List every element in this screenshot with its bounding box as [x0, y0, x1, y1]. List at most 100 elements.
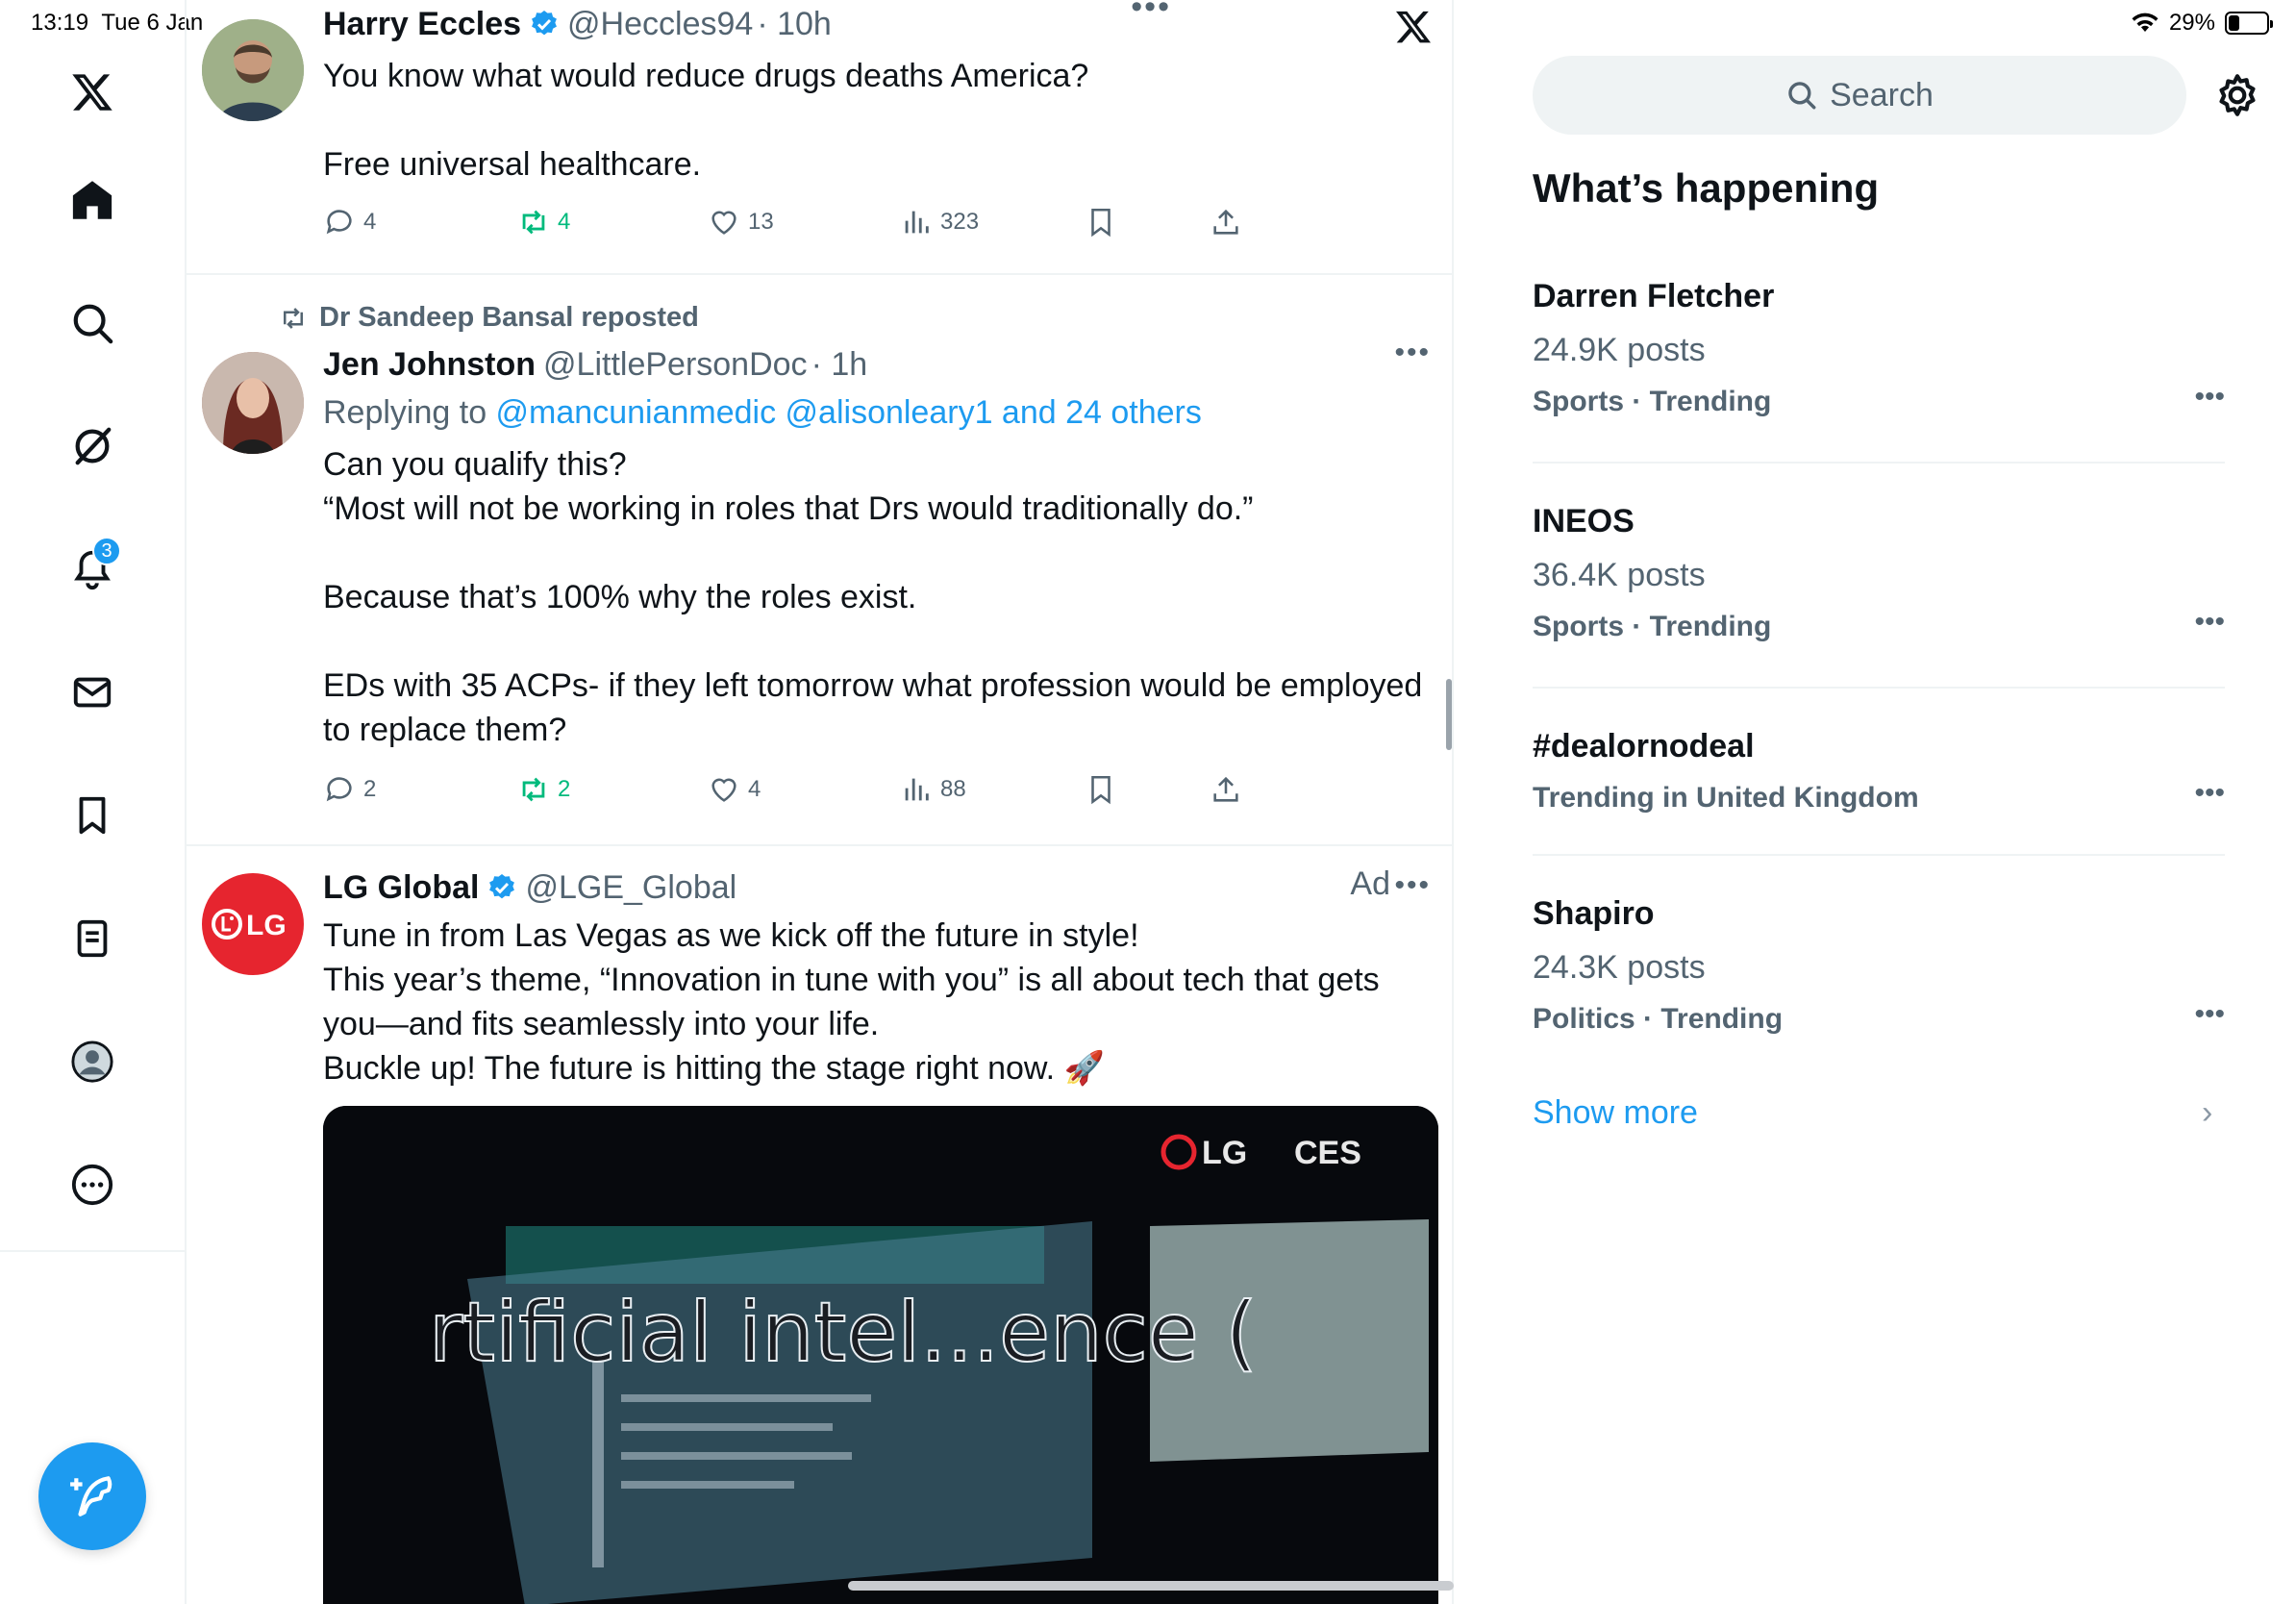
- trend-posts: 24.3K posts: [1533, 949, 1706, 986]
- tweet-actions: 4 4 13 323: [323, 206, 1452, 244]
- repost-count: 4: [558, 209, 571, 235]
- like-count: 13: [748, 209, 774, 235]
- trend-item[interactable]: INEOS 36.4K posts Sports · Trending •••: [1533, 500, 2225, 646]
- search-input[interactable]: Search: [1533, 56, 2186, 135]
- trend-category: Trending in United Kingdom: [1533, 782, 1919, 814]
- repost-button[interactable]: 4: [517, 206, 570, 238]
- author-name[interactable]: Jen Johnston: [323, 346, 536, 384]
- bookmark-button[interactable]: [1085, 206, 1117, 238]
- lg-avatar-text: LG: [246, 910, 287, 941]
- trend-more-icon[interactable]: •••: [2194, 998, 2225, 1031]
- trend-item[interactable]: Shapiro 24.3K posts Politics · Trending …: [1533, 892, 2225, 1039]
- reply-icon: [326, 777, 352, 802]
- tweet-text: Can you qualify this? “Most will not be …: [323, 446, 1423, 748]
- author-handle[interactable]: @Heccles94: [567, 6, 753, 43]
- more-options-icon[interactable]: •••: [1394, 337, 1431, 369]
- tweet-lg-global-ad[interactable]: LG LG Global @LGE_Global Tune in from La…: [187, 846, 1452, 1604]
- more-options-icon[interactable]: •••: [1131, 0, 1171, 26]
- trend-name: #dealornodeal: [1533, 728, 1755, 764]
- search-icon: [1788, 82, 1816, 110]
- verified-badge-icon: [489, 874, 515, 899]
- media-caption: rtificial intel...ence (: [429, 1285, 1258, 1381]
- chevron-right-icon[interactable]: ›: [2202, 1094, 2212, 1132]
- share-icon: [1213, 776, 1238, 802]
- repost-button[interactable]: 2: [517, 773, 570, 806]
- search-placeholder: Search: [1830, 76, 1934, 113]
- like-button[interactable]: 4: [708, 773, 761, 806]
- verified-badge-icon: [532, 11, 557, 36]
- tweet-harry-eccles[interactable]: Harry Eccles @Heccles94 · 10h You know w…: [187, 0, 1452, 275]
- media-event-text: CES: [1294, 1135, 1361, 1171]
- trend-category: Politics · Trending: [1533, 1003, 1784, 1035]
- reply-button[interactable]: 4: [323, 206, 376, 238]
- repost-small-icon: [284, 307, 303, 329]
- home-icon[interactable]: [54, 162, 131, 238]
- like-count: 4: [748, 776, 761, 802]
- trend-more-icon[interactable]: •••: [2194, 381, 2225, 414]
- promoted-video[interactable]: LG CES rtificial intel...ence (: [323, 1106, 1438, 1604]
- repost-icon: [522, 210, 545, 235]
- messages-envelope-icon[interactable]: [54, 654, 131, 731]
- reply-count: 2: [363, 776, 377, 802]
- x-logo-icon[interactable]: [54, 54, 131, 131]
- views-button[interactable]: 88: [900, 773, 966, 806]
- bookmark-icon: [1091, 208, 1111, 238]
- left-navigation: 3: [0, 0, 187, 1604]
- more-options-icon[interactable]: •••: [1394, 869, 1431, 902]
- tweet-time[interactable]: · 1h: [811, 346, 868, 384]
- share-icon: [1213, 209, 1238, 235]
- tweet-text: Tune in from Las Vegas as we kick off th…: [323, 917, 1380, 1087]
- views-button[interactable]: 323: [900, 206, 979, 238]
- trend-name: Shapiro: [1533, 895, 1655, 932]
- views-count: 88: [940, 776, 966, 802]
- author-name[interactable]: LG Global: [323, 869, 479, 907]
- bookmark-button[interactable]: [1085, 773, 1117, 806]
- trend-posts: 36.4K posts: [1533, 557, 1706, 593]
- trend-divider: [1533, 462, 2225, 464]
- notifications-bell-icon[interactable]: 3: [54, 531, 131, 608]
- compose-post-button[interactable]: [38, 1442, 146, 1550]
- trend-divider: [1533, 854, 2225, 856]
- trend-more-icon[interactable]: •••: [2194, 777, 2225, 810]
- trend-posts: 24.9K posts: [1533, 332, 1706, 368]
- bookmarks-icon[interactable]: [54, 777, 131, 854]
- bookmark-icon: [1091, 775, 1111, 805]
- like-button[interactable]: 13: [708, 206, 774, 238]
- reply-count: 4: [363, 209, 377, 235]
- show-more-link[interactable]: Show more: [1533, 1094, 1698, 1132]
- compose-feather-icon: [70, 1476, 112, 1516]
- nav-divider: [0, 1250, 187, 1252]
- lg-logo-avatar[interactable]: LG: [202, 873, 304, 975]
- explore-search-icon[interactable]: [54, 285, 131, 362]
- heart-icon: [711, 211, 736, 235]
- grok-icon[interactable]: [54, 408, 131, 485]
- replying-to-users[interactable]: @mancunianmedic @alisonleary1 and 24 oth…: [496, 394, 1202, 431]
- more-options-icon[interactable]: [54, 1146, 131, 1223]
- tweet-actions: 2 2 4 88: [323, 773, 1452, 812]
- repost-count: 2: [558, 776, 571, 802]
- avatar[interactable]: [202, 19, 304, 121]
- trend-item[interactable]: #dealornodeal Trending in United Kingdom…: [1533, 725, 2225, 817]
- trend-more-icon[interactable]: •••: [2194, 606, 2225, 639]
- tweet-jen-johnston[interactable]: Dr Sandeep Bansal reposted Jen Johnston …: [187, 275, 1452, 846]
- share-button[interactable]: [1210, 206, 1242, 238]
- close-x-icon[interactable]: [1394, 8, 1433, 46]
- views-chart-icon: [905, 778, 929, 801]
- trend-item[interactable]: Darren Fletcher 24.9K posts Sports · Tre…: [1533, 275, 2225, 421]
- avatar[interactable]: [202, 352, 304, 454]
- settings-gear-icon[interactable]: [2213, 71, 2261, 119]
- share-button[interactable]: [1210, 773, 1242, 806]
- tweet-time[interactable]: · 10h: [757, 6, 832, 43]
- trend-name: Darren Fletcher: [1533, 278, 1775, 314]
- home-indicator[interactable]: [848, 1581, 1454, 1591]
- trend-name: INEOS: [1533, 503, 1635, 539]
- timeline-scrollbar[interactable]: [1446, 679, 1452, 750]
- profile-avatar-icon[interactable]: [54, 1023, 131, 1100]
- reply-button[interactable]: 2: [323, 773, 376, 806]
- notifications-badge: 3: [92, 537, 121, 565]
- author-handle[interactable]: @LittlePersonDoc: [543, 346, 808, 384]
- author-name[interactable]: Harry Eccles: [323, 6, 521, 43]
- author-handle[interactable]: @LGE_Global: [525, 869, 736, 907]
- lists-icon[interactable]: [54, 900, 131, 977]
- reposted-by[interactable]: Dr Sandeep Bansal reposted: [279, 302, 699, 334]
